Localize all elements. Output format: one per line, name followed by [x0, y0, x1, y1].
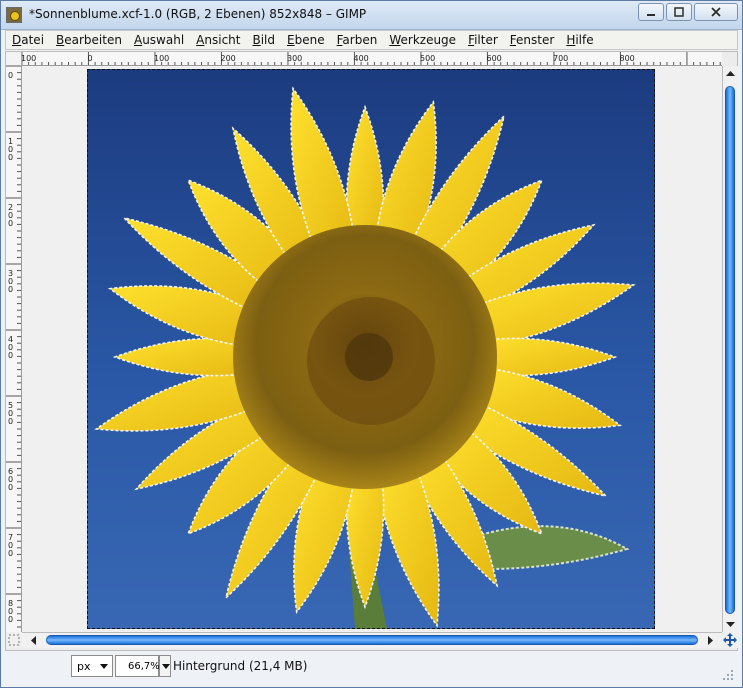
- vruler-label-digit: 0: [8, 351, 13, 360]
- vruler-label-digit: 0: [8, 219, 13, 228]
- window-title: *Sonnenblume.xcf-1.0 (RGB, 2 Ebenen) 852…: [29, 7, 367, 21]
- menu-datei[interactable]: Datei: [6, 31, 50, 49]
- scroll-up-button[interactable]: [723, 66, 738, 82]
- status-bar: px 66,7% Hintergrund (21,4 MB): [5, 653, 738, 683]
- vruler-label-digit: 0: [8, 71, 13, 80]
- vruler-label-digit: 0: [8, 417, 13, 426]
- gimp-image-window: *Sonnenblume.xcf-1.0 (RGB, 2 Ebenen) 852…: [0, 0, 743, 688]
- menu-farben[interactable]: Farben: [331, 31, 384, 49]
- unit-dropdown[interactable]: px: [71, 655, 113, 677]
- zoom-input[interactable]: 66,7%: [115, 655, 160, 677]
- quick-mask-toggle[interactable]: [6, 632, 22, 648]
- menu-werkzeuge[interactable]: Werkzeuge: [383, 31, 462, 49]
- menu-ansicht[interactable]: Ansicht: [190, 31, 246, 49]
- title-bar[interactable]: *Sonnenblume.xcf-1.0 (RGB, 2 Ebenen) 852…: [1, 1, 742, 30]
- hruler-label: 700: [553, 54, 568, 63]
- vertical-ruler[interactable]: 0100200300400500600700800: [6, 66, 22, 632]
- hruler-label: 0: [88, 54, 93, 63]
- chevron-down-icon: [162, 664, 170, 669]
- minimize-button[interactable]: [638, 3, 664, 21]
- image-frame: 100 0 100 200 300 400 500 600 700 800 0 100 200 300 4…: [5, 51, 738, 651]
- vertical-scrollbar[interactable]: [722, 66, 738, 632]
- arrow-left-icon: [31, 636, 36, 645]
- navigate-icon: [723, 633, 737, 647]
- resize-grip-icon[interactable]: [722, 669, 734, 681]
- unit-value: px: [77, 660, 91, 673]
- maximize-icon: [674, 7, 684, 17]
- menu-auswahl[interactable]: Auswahl: [128, 31, 190, 49]
- menu-ebene[interactable]: Ebene: [281, 31, 331, 49]
- horizontal-ruler[interactable]: 100 0 100 200 300 400 500 600 700 800: [22, 52, 722, 66]
- vruler-label-digit: 0: [8, 285, 13, 294]
- menu-hilfe[interactable]: Hilfe: [560, 31, 599, 49]
- arrow-down-icon: [726, 622, 735, 627]
- horizontal-scrollbar[interactable]: [22, 632, 722, 648]
- hruler-label: 100: [22, 54, 36, 63]
- menu-bearbeiten[interactable]: Bearbeiten: [50, 31, 128, 49]
- vruler-label-digit: 0: [8, 153, 13, 162]
- hruler-label: 300: [287, 54, 302, 63]
- sunflower-app-icon[interactable]: [6, 7, 22, 23]
- vruler-label-digit: 0: [8, 549, 13, 558]
- quick-mask-icon: [8, 634, 20, 646]
- navigate-button[interactable]: [722, 632, 738, 648]
- menu-bar: Datei Bearbeiten Auswahl Ansicht Bild Ebene Fa…: [5, 30, 738, 50]
- close-button[interactable]: [694, 3, 738, 21]
- layer-status-text: Hintergrund (21,4 MB): [173, 659, 308, 673]
- selection-marquee: [87, 69, 655, 629]
- arrow-right-icon: [708, 636, 713, 645]
- sunflower-image[interactable]: [87, 69, 655, 629]
- menu-fenster[interactable]: Fenster: [504, 31, 561, 49]
- horizontal-scroll-thumb[interactable]: [46, 635, 698, 645]
- vertical-scroll-thumb[interactable]: [725, 86, 735, 614]
- menu-bild[interactable]: Bild: [246, 31, 281, 49]
- maximize-button[interactable]: [666, 3, 692, 21]
- hruler-label: 600: [487, 54, 502, 63]
- hruler-label: 200: [221, 54, 236, 63]
- zoom-dropdown-button[interactable]: [159, 655, 171, 677]
- scroll-right-button[interactable]: [702, 633, 718, 648]
- hruler-label: 800: [620, 54, 635, 63]
- scroll-left-button[interactable]: [26, 633, 42, 648]
- vruler-label-digit: 0: [8, 615, 13, 624]
- menu-filter[interactable]: Filter: [462, 31, 504, 49]
- ruler-corner[interactable]: [6, 52, 22, 66]
- arrow-up-icon: [726, 71, 735, 76]
- chevron-down-icon: [100, 664, 108, 669]
- zoom-value: 66,7%: [128, 661, 160, 672]
- hruler-label: 100: [154, 54, 169, 63]
- hruler-label: 500: [420, 54, 435, 63]
- image-canvas[interactable]: [22, 66, 722, 632]
- hruler-label: 400: [354, 54, 369, 63]
- vruler-label-digit: 0: [8, 483, 13, 492]
- close-icon: [711, 7, 721, 17]
- scroll-down-button[interactable]: [723, 616, 738, 632]
- minimize-icon: [647, 14, 655, 16]
